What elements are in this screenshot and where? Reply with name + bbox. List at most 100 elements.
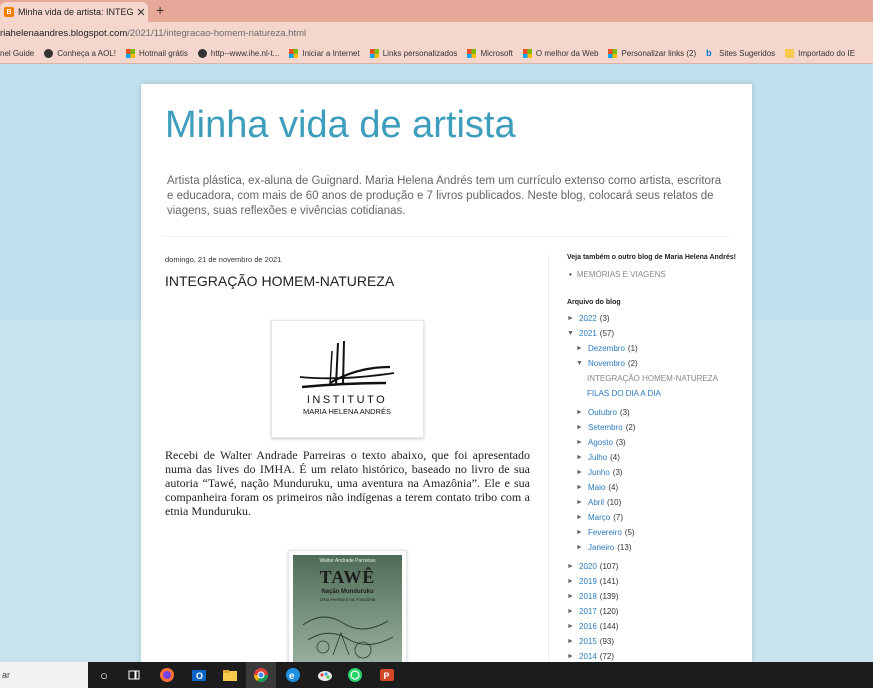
other-blog-link[interactable]: MEMÓRIAS E VIAGENS: [569, 270, 737, 279]
archive-link[interactable]: Fevereiro: [588, 528, 622, 537]
expand-toggle-icon[interactable]: ►: [567, 623, 579, 630]
archive-link[interactable]: Outubro: [588, 408, 617, 417]
expand-toggle-icon[interactable]: ►: [576, 499, 588, 506]
archive-link[interactable]: 2014: [579, 652, 597, 661]
archive-link[interactable]: 2015: [579, 637, 597, 646]
archive-month[interactable]: ► Maio (4): [567, 480, 737, 495]
archive-month[interactable]: ► Outubro (3): [567, 405, 737, 420]
archive-link[interactable]: Dezembro: [588, 344, 625, 353]
paint-icon[interactable]: [316, 666, 334, 684]
archive-month[interactable]: ► Fevereiro (5): [567, 525, 737, 540]
archive-link[interactable]: Novembro: [588, 359, 625, 368]
expand-toggle-icon[interactable]: ►: [576, 409, 588, 416]
bookmark-item[interactable]: Iniciar a Internet: [289, 49, 360, 58]
bookmark-item[interactable]: Importado do IE: [785, 49, 855, 58]
archive-link[interactable]: 2020: [579, 562, 597, 571]
archive-month[interactable]: ► Agosto (3): [567, 435, 737, 450]
archive-month[interactable]: ► Janeiro (13): [567, 540, 737, 555]
expand-toggle-icon[interactable]: ►: [576, 345, 588, 352]
archive-link[interactable]: Junho: [588, 468, 610, 477]
archive-year[interactable]: ► 2015 (93): [567, 634, 737, 649]
archive-year[interactable]: ► 2020 (107): [567, 559, 737, 574]
archive-year[interactable]: ► 2016 (144): [567, 619, 737, 634]
expand-toggle-icon[interactable]: ►: [576, 544, 588, 551]
bookmark-item[interactable]: b Sites Sugeridos: [706, 49, 776, 59]
archive-year[interactable]: ▼ 2021 (57): [567, 326, 737, 341]
archive-link[interactable]: Maio: [588, 483, 605, 492]
close-tab-icon[interactable]: ✕: [134, 6, 148, 19]
expand-toggle-icon[interactable]: ►: [576, 469, 588, 476]
archive-month[interactable]: ► Dezembro (1): [567, 341, 737, 356]
archive-link[interactable]: 2018: [579, 592, 597, 601]
bookmark-item[interactable]: O melhor da Web: [522, 49, 598, 58]
archive-link[interactable]: Setembro: [588, 423, 623, 432]
bookmark-item[interactable]: Links personalizados: [369, 49, 457, 58]
expand-toggle-icon[interactable]: ►: [567, 608, 579, 615]
cortana-icon[interactable]: ○: [95, 666, 113, 684]
archive-post-link[interactable]: INTEGRAÇÃO HOMEM-NATUREZA: [567, 371, 737, 386]
archive-year[interactable]: ► 2017 (120): [567, 604, 737, 619]
expand-toggle-icon[interactable]: ▼: [576, 360, 588, 367]
archive-year[interactable]: ► 2019 (141): [567, 574, 737, 589]
archive-link[interactable]: Janeiro: [588, 543, 614, 552]
outlook-icon[interactable]: O: [190, 666, 208, 684]
archive-link[interactable]: 2022: [579, 314, 597, 323]
powerpoint-icon[interactable]: P: [378, 666, 396, 684]
expand-toggle-icon[interactable]: ►: [567, 578, 579, 585]
archive-link[interactable]: Março: [588, 513, 610, 522]
expand-toggle-icon[interactable]: ►: [576, 529, 588, 536]
archive-month[interactable]: ▼ Novembro (2): [567, 356, 737, 371]
taskbar-search-box[interactable]: ar: [0, 662, 88, 688]
chrome-icon[interactable]: [252, 666, 270, 684]
expand-toggle-icon[interactable]: ►: [567, 315, 579, 322]
expand-toggle-icon[interactable]: ►: [576, 424, 588, 431]
firefox-icon[interactable]: [158, 666, 176, 684]
browser-tab[interactable]: B Minha vida de artista: INTEGRAÇ ✕: [0, 2, 148, 22]
expand-toggle-icon[interactable]: ►: [567, 653, 579, 660]
archive-link[interactable]: 2019: [579, 577, 597, 586]
archive-month[interactable]: ► Junho (3): [567, 465, 737, 480]
bookmark-item[interactable]: http--www.ihe.nl-t...: [197, 49, 279, 58]
file-explorer-icon[interactable]: [221, 666, 239, 684]
archive-year[interactable]: ► 2022 (3): [567, 311, 737, 326]
archive-link[interactable]: Abril: [588, 498, 604, 507]
address-bar[interactable]: riahelenaandres.blogspot.com/2021/11/int…: [0, 22, 873, 44]
expand-toggle-icon[interactable]: ►: [576, 484, 588, 491]
bookmark-label: Sites Sugeridos: [719, 49, 776, 58]
archive-month[interactable]: ► Julho (4): [567, 450, 737, 465]
expand-toggle-icon[interactable]: ►: [567, 593, 579, 600]
book-cover-image[interactable]: Walter Andrade Parreiras TAWÊ Nação Mund…: [288, 550, 407, 662]
archive-year[interactable]: ► 2018 (139): [567, 589, 737, 604]
archive-link[interactable]: Agosto: [588, 438, 613, 447]
archive-link[interactable]: 2017: [579, 607, 597, 616]
bookmark-item[interactable]: Microsoft: [467, 49, 513, 58]
bookmark-item[interactable]: nel Guide: [0, 49, 34, 58]
archive-year[interactable]: ► 2014 (72): [567, 649, 737, 662]
instituto-logo-image[interactable]: INSTITUTO MARIA HELENA ANDRÉS: [271, 320, 424, 438]
post-title[interactable]: INTEGRAÇÃO HOMEM-NATUREZA: [165, 273, 394, 289]
archive-link[interactable]: 2021: [579, 329, 597, 338]
archive-post-link[interactable]: FILAS DO DIA A DIA: [567, 386, 737, 401]
new-tab-button[interactable]: +: [156, 2, 164, 18]
whatsapp-icon[interactable]: [346, 666, 364, 684]
archive-month[interactable]: ► Abril (10): [567, 495, 737, 510]
expand-toggle-icon[interactable]: ►: [576, 514, 588, 521]
bookmark-item[interactable]: Hotmail grátis: [125, 49, 188, 58]
svg-text:P: P: [384, 671, 390, 681]
bookmark-item[interactable]: Personalizar links (2): [608, 49, 696, 58]
expand-toggle-icon[interactable]: ►: [567, 563, 579, 570]
post-date: domingo, 21 de novembro de 2021: [165, 255, 282, 264]
expand-toggle-icon[interactable]: ▼: [567, 330, 579, 337]
archive-count: (3): [599, 314, 610, 323]
archive-link[interactable]: 2016: [579, 622, 597, 631]
blog-title[interactable]: Minha vida de artista: [165, 104, 516, 147]
archive-month[interactable]: ► Setembro (2): [567, 420, 737, 435]
expand-toggle-icon[interactable]: ►: [576, 439, 588, 446]
bookmark-item[interactable]: Conheça a AOL!: [44, 49, 116, 58]
archive-month[interactable]: ► Março (7): [567, 510, 737, 525]
expand-toggle-icon[interactable]: ►: [576, 454, 588, 461]
edge-icon[interactable]: e: [284, 666, 302, 684]
task-view-icon[interactable]: [125, 666, 143, 684]
expand-toggle-icon[interactable]: ►: [567, 638, 579, 645]
archive-link[interactable]: Julho: [588, 453, 607, 462]
